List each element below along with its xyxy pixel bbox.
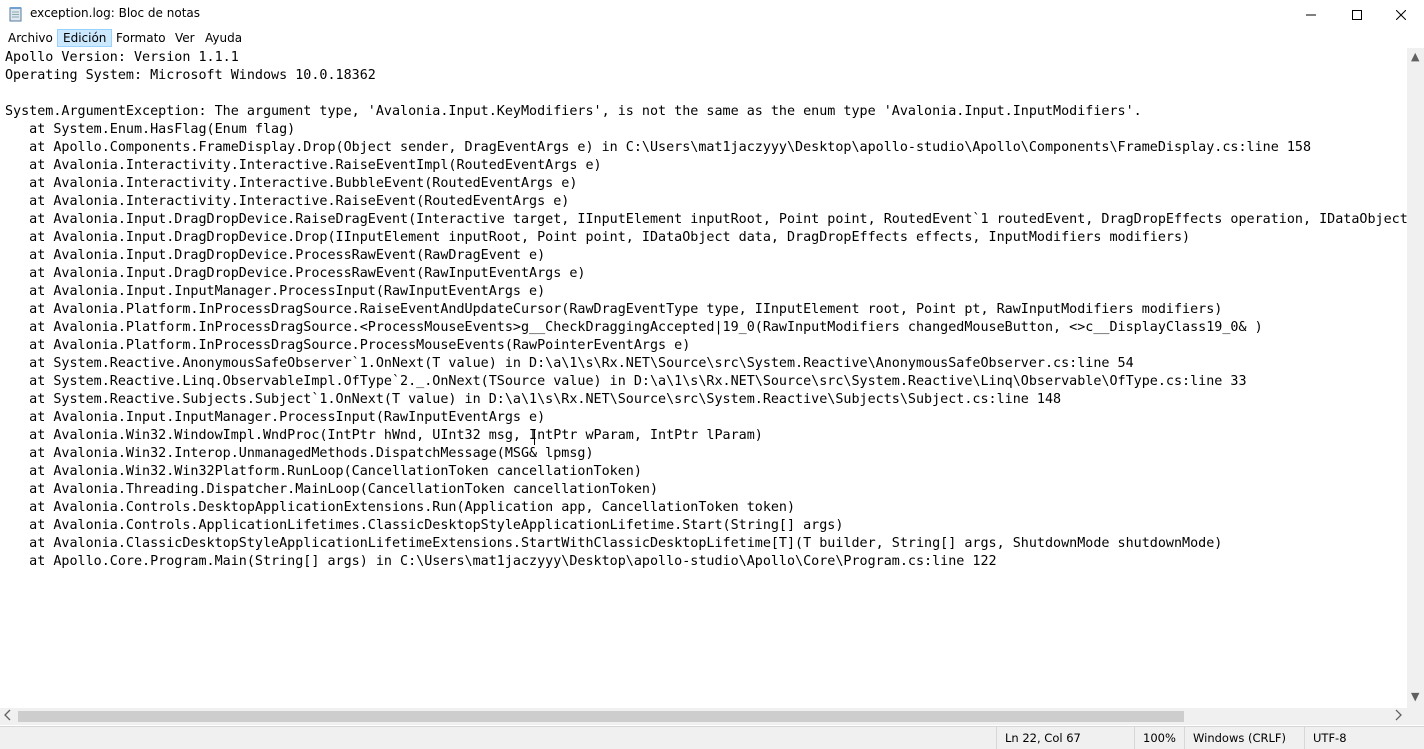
- window-title: exception.log: Bloc de notas: [30, 6, 201, 20]
- text-line: at Avalonia.Interactivity.Interactive.Ra…: [5, 158, 602, 173]
- menu-edicion[interactable]: Edición: [57, 29, 113, 47]
- text-line: at Avalonia.Input.DragDropDevice.Drop(II…: [5, 230, 1191, 245]
- text-line: at Avalonia.Input.InputManager.ProcessIn…: [5, 284, 546, 299]
- text-line: System.ArgumentException: The argument t…: [5, 104, 1142, 119]
- text-line: at Avalonia.Controls.ApplicationLifetime…: [5, 518, 844, 533]
- text-line: at Avalonia.Input.DragDropDevice.RaiseDr…: [5, 212, 1407, 227]
- menu-formato[interactable]: Formato: [111, 29, 171, 47]
- text-line: at System.Reactive.AnonymousSafeObserver…: [5, 356, 1134, 371]
- text-line: at System.Reactive.Linq.ObservableImpl.O…: [5, 374, 1247, 389]
- close-icon: [1395, 5, 1407, 24]
- text-line: at Avalonia.Platform.InProcessDragSource…: [5, 320, 1263, 335]
- text-caret: [534, 429, 535, 445]
- vertical-scrollbar[interactable]: ▲ ▼: [1407, 48, 1424, 708]
- text-line: Apollo Version: Version 1.1.1: [5, 50, 239, 65]
- close-button[interactable]: [1378, 0, 1424, 28]
- maximize-icon: [1352, 5, 1362, 24]
- menu-ayuda[interactable]: Ayuda: [200, 29, 247, 47]
- horizontal-scroll-thumb[interactable]: [18, 711, 1184, 722]
- maximize-button[interactable]: [1334, 0, 1380, 28]
- text-line: at Avalonia.Input.DragDropDevice.Process…: [5, 266, 586, 281]
- text-line: at Apollo.Components.FrameDisplay.Drop(O…: [5, 140, 1312, 155]
- text-line: at Avalonia.Win32.Win32Platform.RunLoop(…: [5, 464, 642, 479]
- document-text[interactable]: Apollo Version: Version 1.1.1 Operating S…: [5, 49, 1407, 571]
- text-line: at Avalonia.Interactivity.Interactive.Ra…: [5, 194, 570, 209]
- text-line: at Avalonia.Platform.InProcessDragSource…: [5, 338, 691, 353]
- menu-bar: Archivo Edición Formato Ver Ayuda: [0, 28, 1424, 48]
- scroll-up-icon[interactable]: ▲: [1411, 50, 1419, 63]
- cursor-position: Ln 22, Col 67: [996, 727, 1134, 749]
- text-line: at Avalonia.Platform.InProcessDragSource…: [5, 302, 1223, 317]
- text-line: at System.Reactive.Subjects.Subject`1.On…: [5, 392, 1062, 407]
- text-line: at Avalonia.Win32.WindowImpl.WndProc(Int…: [5, 428, 763, 443]
- text-line: at Avalonia.Interactivity.Interactive.Bu…: [5, 176, 578, 191]
- zoom-level: 100%: [1134, 727, 1184, 749]
- scroll-down-icon[interactable]: ▼: [1411, 690, 1419, 703]
- text-line: at Apollo.Core.Program.Main(String[] arg…: [5, 554, 997, 569]
- scroll-left-icon[interactable]: [4, 709, 12, 724]
- line-endings: Windows (CRLF): [1184, 727, 1304, 749]
- text-line: at Avalonia.Input.InputManager.ProcessIn…: [5, 410, 546, 425]
- minimize-icon: [1306, 5, 1316, 24]
- text-line: at Avalonia.Threading.Dispatcher.MainLoo…: [5, 482, 659, 497]
- menu-archivo[interactable]: Archivo: [3, 29, 58, 47]
- menu-ver[interactable]: Ver: [170, 29, 200, 47]
- text-line: at Avalonia.Win32.Interop.UnmanagedMetho…: [5, 446, 594, 461]
- scrollbar-corner: [1407, 708, 1424, 725]
- text-line: at Avalonia.Controls.DesktopApplicationE…: [5, 500, 796, 515]
- minimize-button[interactable]: [1288, 0, 1334, 28]
- status-bar: Ln 22, Col 67 100% Windows (CRLF) UTF-8: [0, 726, 1424, 749]
- text-line: [5, 85, 1407, 103]
- text-editor[interactable]: Apollo Version: Version 1.1.1 Operating S…: [0, 48, 1407, 708]
- text-line: at System.Enum.HasFlag(Enum flag): [5, 122, 296, 137]
- horizontal-scrollbar[interactable]: [0, 708, 1407, 725]
- title-bar[interactable]: exception.log: Bloc de notas: [0, 0, 1424, 28]
- text-line: at Avalonia.ClassicDesktopStyleApplicati…: [5, 536, 1223, 551]
- notepad-icon: [9, 6, 23, 22]
- text-line: Operating System: Microsoft Windows 10.0…: [5, 68, 376, 83]
- encoding: UTF-8: [1304, 727, 1424, 749]
- scroll-right-icon[interactable]: [1394, 709, 1402, 724]
- text-line: at Avalonia.Input.DragDropDevice.Process…: [5, 248, 546, 263]
